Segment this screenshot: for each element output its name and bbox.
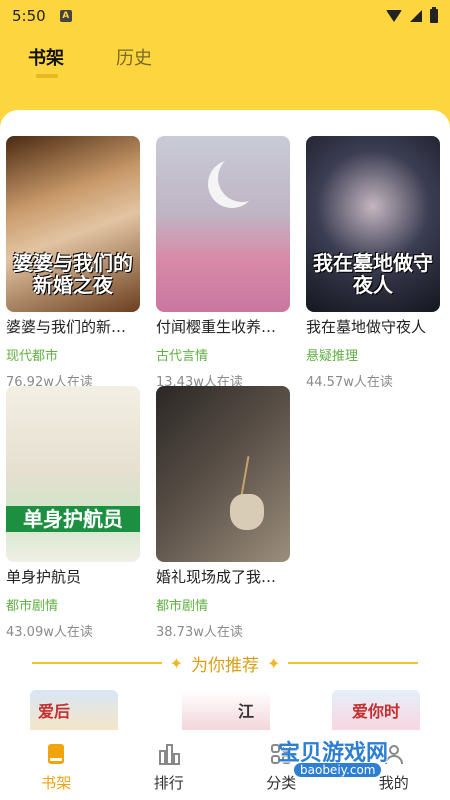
recommend-book[interactable]: 江: [182, 690, 270, 730]
nav-mine-label: 我的: [378, 774, 409, 792]
book-title[interactable]: 单身护航员: [6, 566, 140, 587]
book-card[interactable]: 单身护航员 单身护航员 都市剧情 43.09w人在读: [6, 386, 140, 640]
cover-title: 我在墓地做守夜人: [313, 251, 433, 297]
book-title[interactable]: 我在墓地做守夜人: [306, 316, 440, 337]
book-genre: 现代都市: [6, 349, 59, 364]
divider-line-left: [32, 662, 162, 664]
recommend-cover-text: 江: [238, 702, 255, 721]
dried-flower-illustration: [240, 456, 250, 496]
recommend-cover-text: 爱你时: [352, 702, 401, 721]
book-readers: 44.57w人在读: [306, 375, 393, 390]
book-cover[interactable]: 婆婆与我们的新婚之夜: [6, 136, 140, 312]
book-readers: 38.73w人在读: [156, 625, 243, 640]
moon-illustration: [218, 154, 266, 202]
book-icon: [48, 744, 65, 764]
tab-active-indicator: [36, 74, 58, 78]
nav-mine[interactable]: 我的: [338, 730, 450, 800]
bottom-nav: 书架 排行 分类 我的: [0, 730, 450, 800]
nav-bookshelf[interactable]: 书架: [0, 730, 113, 800]
book-genre: 古代言情: [156, 349, 209, 364]
book-cover[interactable]: [156, 136, 290, 312]
tab-history-label: 历史: [116, 48, 152, 69]
vase-illustration: [230, 494, 264, 530]
book-genre: 都市剧情: [6, 599, 59, 614]
grid-icon: [271, 744, 292, 764]
book-title[interactable]: 婆婆与我们的新婚之夜: [6, 316, 140, 337]
divider-line-right: [288, 662, 418, 664]
recommend-divider: ✦ 为你推荐 ✦: [32, 650, 418, 676]
spark-left-icon: ✦: [169, 653, 183, 673]
notification-icon: A: [59, 10, 72, 22]
nav-category[interactable]: 分类: [225, 730, 338, 800]
book-cover[interactable]: 单身护航员: [6, 386, 140, 562]
recommend-book[interactable]: 爱你时: [332, 690, 420, 730]
book-cover[interactable]: [156, 386, 290, 562]
tab-history[interactable]: 历史: [116, 44, 152, 70]
book-genre: 都市剧情: [156, 599, 209, 614]
spark-right-icon: ✦: [267, 653, 281, 673]
book-card[interactable]: 付闻樱重生收养宋焰 古代言情 13.43w人在读: [156, 136, 290, 390]
book-card[interactable]: 我在墓地做守夜人 我在墓地做守夜人 悬疑推理 44.57w人在读: [306, 136, 440, 390]
nav-category-label: 分类: [266, 774, 297, 792]
cover-title: 婆婆与我们的新婚之夜: [13, 251, 133, 297]
wifi-icon: [386, 10, 402, 22]
cover-title: 单身护航员: [6, 506, 140, 532]
book-title[interactable]: 付闻樱重生收养宋焰: [156, 316, 290, 337]
status-time: 5:50: [12, 7, 46, 25]
book-genre: 悬疑推理: [306, 349, 359, 364]
app-screen: 5:50 A 书架 历史 婆婆与我们的新婚之夜 婆婆与我们的新婚之夜: [0, 0, 450, 800]
signal-icon: [410, 10, 422, 22]
book-cover[interactable]: 我在墓地做守夜人: [306, 136, 440, 312]
nav-bookshelf-label: 书架: [41, 774, 72, 792]
book-readers: 43.09w人在读: [6, 625, 93, 640]
chart-bars-icon: [158, 744, 180, 765]
user-icon: [384, 745, 403, 765]
book-card[interactable]: 婚礼现场成了我们的告别 都市剧情 38.73w人在读: [156, 386, 290, 640]
book-title[interactable]: 婚礼现场成了我们的告别: [156, 566, 290, 587]
status-bar: 5:50 A: [0, 0, 450, 32]
recommend-book[interactable]: 爱后: [30, 690, 118, 730]
nav-ranking[interactable]: 排行: [113, 730, 226, 800]
bookshelf-content: 婆婆与我们的新婚之夜 婆婆与我们的新婚之夜 现代都市 76.92w人在读 付闻樱…: [0, 110, 450, 730]
recommend-title: 为你推荐: [191, 655, 259, 676]
recommend-cover-text: 爱后: [38, 702, 71, 721]
nav-ranking-label: 排行: [153, 774, 184, 792]
tab-bookshelf-label: 书架: [28, 48, 64, 69]
battery-icon: [430, 7, 438, 23]
recommend-list: 爱后 江 爱你时: [0, 690, 450, 730]
book-card[interactable]: 婆婆与我们的新婚之夜 婆婆与我们的新婚之夜 现代都市 76.92w人在读: [6, 136, 140, 390]
tab-bar: 书架 历史: [28, 44, 152, 78]
tab-bookshelf[interactable]: 书架: [28, 44, 64, 78]
status-icons: [386, 7, 438, 23]
